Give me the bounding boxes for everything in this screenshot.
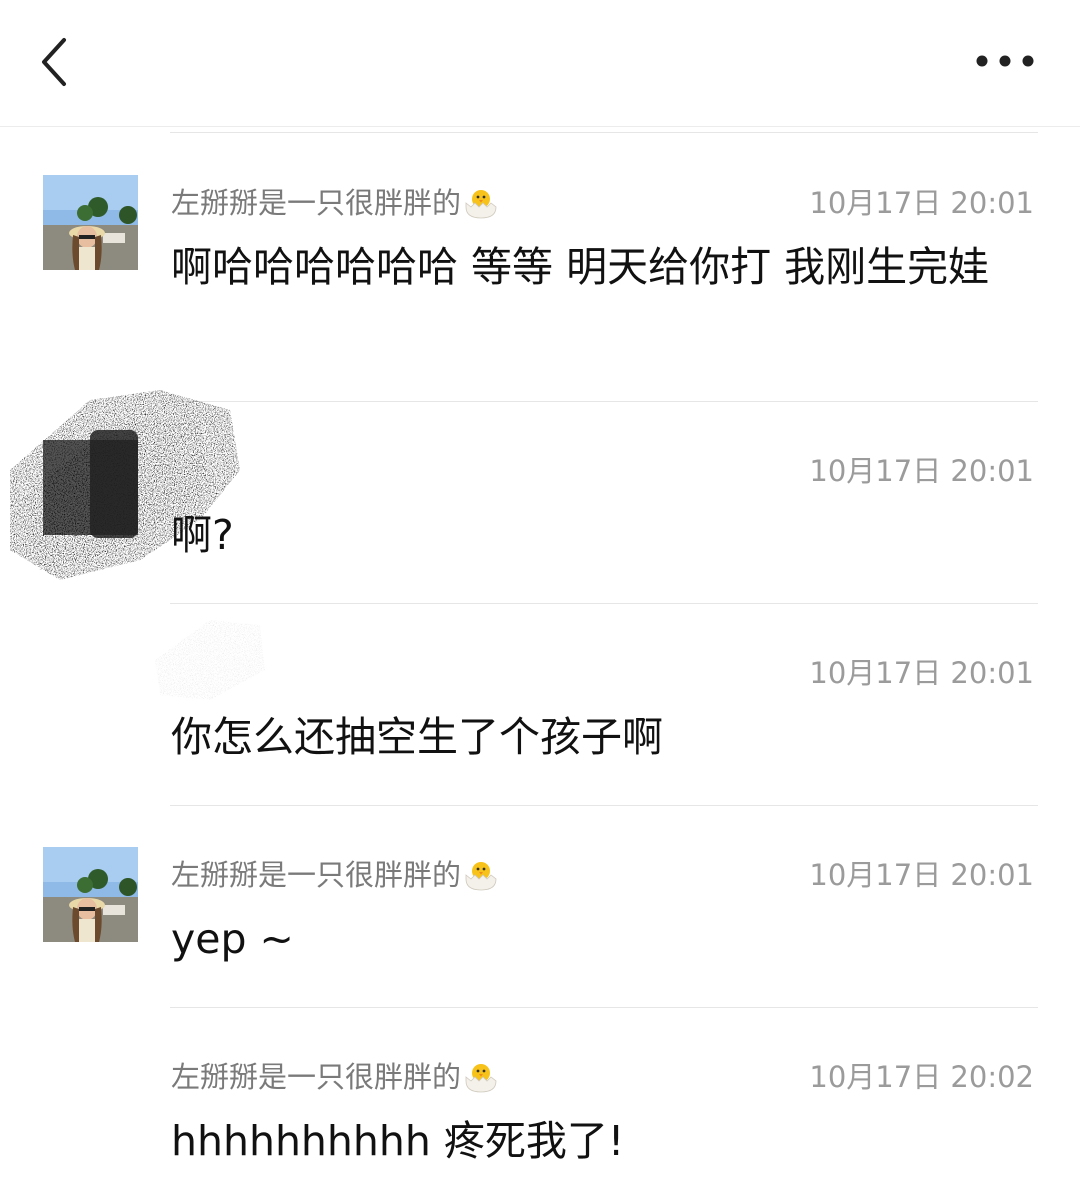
timestamp: 10月17日 20:01 xyxy=(809,454,1034,488)
hatching-chick-icon xyxy=(463,857,499,898)
hatching-chick-icon xyxy=(463,1059,499,1100)
username-text: 左掰掰是一只很胖胖的 xyxy=(171,186,462,220)
redaction-scribble xyxy=(155,620,265,700)
comment-text: yep ~ xyxy=(171,915,294,963)
timestamp: 10月17日 20:01 xyxy=(809,858,1034,892)
username-text: 左掰掰是一只很胖胖的 xyxy=(171,858,462,892)
divider xyxy=(170,805,1038,806)
more-options-icon[interactable] xyxy=(970,40,1040,80)
timestamp: 10月17日 20:01 xyxy=(809,186,1034,220)
avatar[interactable] xyxy=(43,175,138,270)
divider xyxy=(170,132,1038,133)
timestamp: 10月17日 20:01 xyxy=(809,656,1034,690)
username-text: 左掰掰是一只很胖胖的 xyxy=(171,1060,462,1094)
hatching-chick-icon xyxy=(463,185,499,226)
comment-text: 你怎么还抽空生了个孩子啊 xyxy=(171,713,663,761)
username[interactable]: 左掰掰是一只很胖胖的 xyxy=(171,852,499,898)
avatar[interactable] xyxy=(43,440,138,535)
divider xyxy=(170,401,1038,402)
comment-text: 啊? xyxy=(171,511,234,559)
divider xyxy=(170,1007,1038,1008)
username[interactable]: 左掰掰是一只很胖胖的 xyxy=(171,180,499,226)
avatar[interactable] xyxy=(43,847,138,942)
back-arrow-icon[interactable] xyxy=(30,30,90,90)
top-bar xyxy=(0,0,1080,127)
username[interactable]: 左掰掰是一只很胖胖的 xyxy=(171,1054,499,1100)
comment-text: hhhhhhhhhh 疼死我了! xyxy=(171,1117,625,1165)
divider xyxy=(170,603,1038,604)
comment-text: 啊哈哈哈哈哈哈 等等 明天给你打 我刚生完娃 xyxy=(171,243,990,291)
timestamp: 10月17日 20:02 xyxy=(809,1060,1034,1094)
